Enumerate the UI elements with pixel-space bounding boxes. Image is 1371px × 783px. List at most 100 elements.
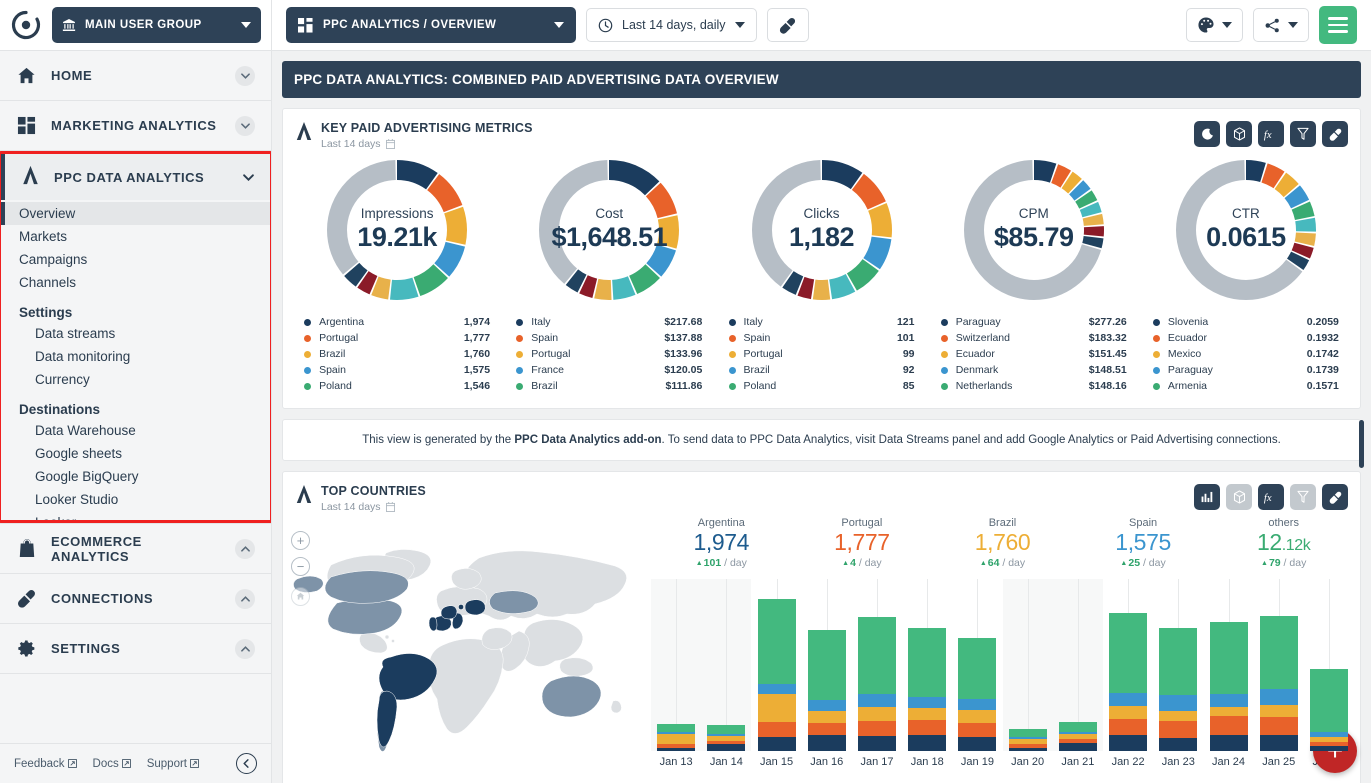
legend-row[interactable]: Ecuador 0.1932 [1152,330,1339,346]
stacked-bar[interactable] [807,629,846,751]
cube-icon[interactable] [1226,484,1252,510]
stacked-bar[interactable] [908,627,947,751]
sidebar-item-connections[interactable]: CONNECTIONS [0,574,271,624]
sidebar-item-data-streams[interactable]: Data streams [1,322,270,345]
legend-row[interactable]: Brazil $111.86 [516,378,702,394]
chevron-down-icon[interactable] [235,65,255,86]
sidebar-item-currency[interactable]: Currency [1,368,270,391]
moon-icon[interactable] [1194,121,1220,147]
funnel-icon[interactable] [1290,484,1316,510]
map-zoom-in-button[interactable]: + [291,531,310,550]
chevron-up-icon[interactable] [235,538,255,559]
bar-column[interactable] [1153,578,1203,751]
bar-column[interactable] [1052,578,1103,751]
bar-column[interactable] [952,578,1002,751]
legend-row[interactable]: Portugal 99 [728,346,915,362]
stacked-bar[interactable] [857,616,896,751]
stacked-bar[interactable] [1109,612,1148,751]
legend-row[interactable]: Poland 1,546 [304,378,490,394]
legend-row[interactable]: Portugal 1,777 [304,330,490,346]
stacked-bar[interactable] [757,598,796,751]
legend-row[interactable]: Netherlands $148.16 [940,378,1127,394]
legend-row[interactable]: Paraguay $277.26 [940,314,1127,330]
legend-row[interactable]: Spain 101 [728,330,915,346]
sidebar-item-data-warehouse[interactable]: Data Warehouse [1,419,270,442]
legend-row[interactable]: Argentina 1,974 [304,314,490,330]
footer-link-docs[interactable]: Docs [93,758,131,770]
stacked-bar[interactable] [1008,728,1047,751]
legend-row[interactable]: Spain 1,575 [304,362,490,378]
bars-icon[interactable] [1194,484,1220,510]
legend-row[interactable]: Paraguay 0.1739 [1152,362,1339,378]
legend-row[interactable]: Italy 121 [728,314,915,330]
sidebar-item-markets[interactable]: Markets [1,225,270,248]
date-range-selector[interactable]: Last 14 days, daily [586,8,757,42]
legend-row[interactable]: Brazil 1,760 [304,346,490,362]
funnel-icon[interactable] [1290,121,1316,147]
chevron-up-icon[interactable] [235,638,255,659]
user-group-selector[interactable]: MAIN USER GROUP [52,7,261,43]
legend-row[interactable]: Ecuador $151.45 [940,346,1127,362]
world-map[interactable]: + − [283,513,651,783]
fx-icon[interactable]: fx [1258,484,1284,510]
plug-icon[interactable] [1322,121,1348,147]
legend-row[interactable]: Armenia 0.1571 [1152,378,1339,394]
bar-column[interactable] [1203,578,1253,751]
stacked-bar[interactable] [707,724,746,751]
sidebar-item-data-monitoring[interactable]: Data monitoring [1,345,270,368]
theme-button[interactable] [1186,8,1243,42]
legend-row[interactable]: Italy $217.68 [516,314,702,330]
legend-row[interactable]: Poland 85 [728,378,915,394]
sidebar-item-looker-studio[interactable]: Looker Studio [1,488,270,511]
share-button[interactable] [1253,8,1309,42]
bar-column[interactable] [852,578,902,751]
bar-column[interactable] [1254,578,1304,751]
plug-icon[interactable] [1322,484,1348,510]
sidebar-item-google-sheets[interactable]: Google sheets [1,442,270,465]
legend-row[interactable]: Denmark $148.51 [940,362,1127,378]
legend-row[interactable]: France $120.05 [516,362,702,378]
sidebar-item-ppc-data-analytics[interactable]: PPC DATA ANALYTICS [1,154,270,200]
sidebar-item-marketing-analytics[interactable]: MARKETING ANALYTICS [0,101,271,151]
sidebar-item-ecommerce-analytics[interactable]: ECOMMERCE ANALYTICS [0,524,271,574]
collapse-sidebar-button[interactable] [236,753,257,774]
legend-row[interactable]: Portugal $133.96 [516,346,702,362]
bar-column[interactable] [1103,578,1153,751]
chevron-up-icon[interactable] [235,588,255,609]
sidebar-item-campaigns[interactable]: Campaigns [1,248,270,271]
bar-column[interactable] [802,578,852,751]
stacked-bar[interactable] [958,637,997,751]
map-home-button[interactable] [291,587,310,606]
chevron-down-icon[interactable] [243,168,254,186]
main-menu-button[interactable] [1319,6,1357,44]
legend-row[interactable]: Brazil 92 [728,362,915,378]
map-zoom-out-button[interactable]: − [291,557,310,576]
stacked-bar[interactable] [1159,627,1198,751]
legend-row[interactable]: Mexico 0.1742 [1152,346,1339,362]
scrollbar-thumb[interactable] [1359,420,1364,468]
bar-column[interactable] [701,578,752,751]
bar-column[interactable] [1304,578,1354,751]
sidebar-item-channels[interactable]: Channels [1,271,270,294]
bar-column[interactable] [1002,578,1053,751]
stacked-bar[interactable] [657,723,696,751]
bar-column[interactable] [902,578,952,751]
connections-button[interactable] [766,8,809,42]
legend-row[interactable]: Switzerland $183.32 [940,330,1127,346]
stacked-bar[interactable] [1309,668,1348,751]
sidebar-item-home[interactable]: HOME [0,51,271,101]
sidebar-item-settings[interactable]: SETTINGS [0,624,271,674]
bar-column[interactable] [651,578,702,751]
cube-icon[interactable] [1226,121,1252,147]
legend-row[interactable]: Slovenia 0.2059 [1152,314,1339,330]
legend-row[interactable]: Spain $137.88 [516,330,702,346]
stacked-bar[interactable] [1259,615,1298,751]
stacked-bar[interactable] [1209,621,1248,751]
dashboard-selector[interactable]: PPC ANALYTICS / OVERVIEW [286,7,576,43]
footer-link-feedback[interactable]: Feedback [14,758,77,770]
stacked-bar[interactable] [1058,721,1097,751]
bar-column[interactable] [751,578,801,751]
chevron-down-icon[interactable] [235,115,255,136]
sidebar-item-overview[interactable]: Overview [1,202,270,225]
footer-link-support[interactable]: Support [147,758,199,770]
